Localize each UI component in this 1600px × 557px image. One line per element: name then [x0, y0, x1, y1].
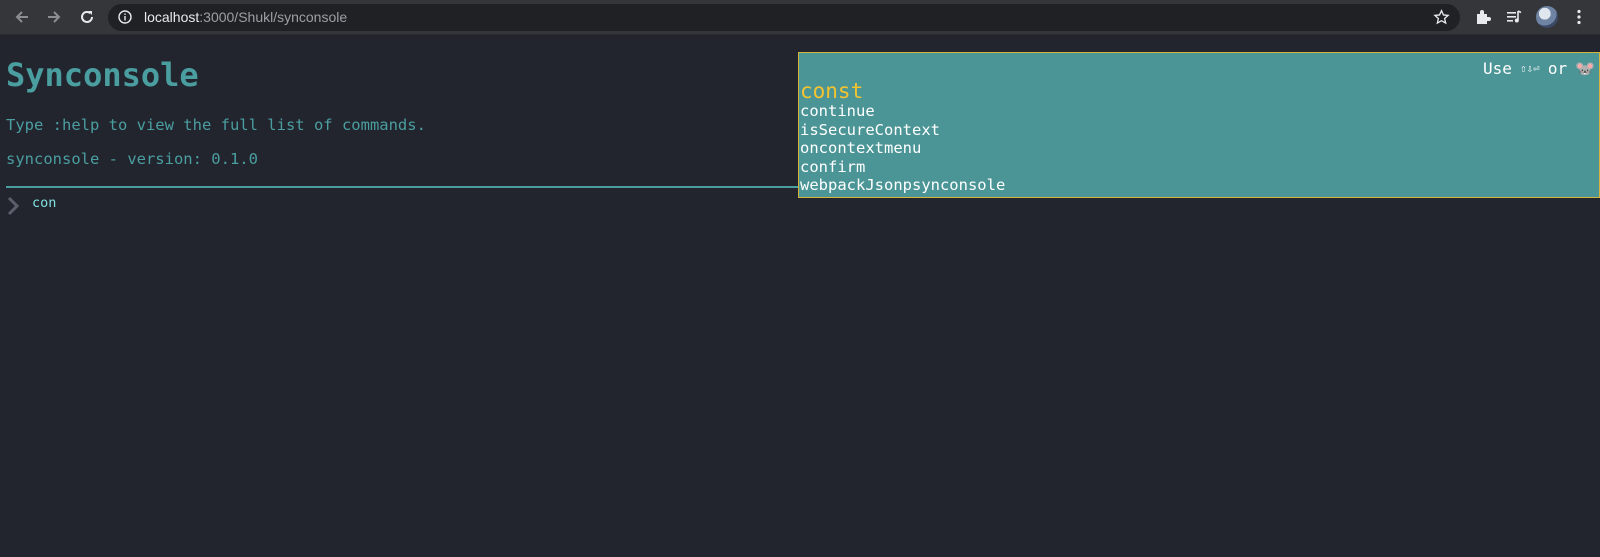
reload-icon [81, 10, 93, 23]
url-host: localhost [144, 9, 200, 25]
url-path: :3000/Shukl/synconsole [199, 9, 348, 25]
mouse-icon: 🐭 [1575, 59, 1595, 78]
hint-keys: ⇧⇩⏎ [1519, 62, 1540, 75]
autocomplete-item[interactable]: confirm [800, 158, 1005, 177]
autocomplete-item[interactable]: webpackJsonpsynconsole [800, 176, 1005, 195]
browser-menu-button[interactable] [1568, 6, 1590, 28]
help-text: Type :help to view the full list of comm… [6, 116, 426, 134]
autocomplete-item-selected[interactable]: const [800, 80, 1005, 102]
autocomplete-hint: Use ⇧⇩⏎ or 🐭 [1483, 59, 1595, 78]
hint-use: Use [1483, 59, 1512, 78]
version-text: synconsole - version: 0.1.0 [6, 150, 258, 168]
url-text: localhost:3000/Shukl/synconsole [144, 9, 347, 26]
profile-avatar[interactable] [1536, 6, 1558, 28]
prompt-chevron-icon [7, 196, 20, 216]
back-button[interactable] [10, 5, 34, 29]
autocomplete-item[interactable]: continue [800, 102, 1005, 121]
puzzle-icon [1477, 10, 1491, 24]
browser-toolbar: localhost:3000/Shukl/synconsole [0, 0, 1600, 35]
autocomplete-item[interactable]: isSecureContext [800, 121, 1005, 140]
hint-or: or [1547, 59, 1568, 78]
arrow-left-icon [15, 11, 28, 23]
arrow-right-icon [48, 11, 61, 23]
extensions-button[interactable] [1472, 6, 1494, 28]
autocomplete-item[interactable]: oncontextmenu [800, 139, 1005, 158]
media-control-button[interactable] [1503, 6, 1525, 28]
console-app: Synconsole Type :help to view the full l… [0, 36, 1600, 557]
info-icon[interactable] [118, 10, 132, 24]
forward-button[interactable] [42, 5, 66, 29]
playlist-icon [1507, 10, 1522, 23]
command-input[interactable]: con [32, 195, 56, 211]
bookmark-star-icon[interactable] [1433, 9, 1450, 26]
reload-button[interactable] [75, 5, 99, 29]
page-title: Synconsole [6, 56, 199, 94]
autocomplete-list: const continue isSecureContext oncontext… [800, 80, 1005, 195]
autocomplete-panel: Use ⇧⇩⏎ or 🐭 const continue isSecureCont… [798, 52, 1600, 198]
more-vertical-icon [1577, 9, 1581, 25]
divider [6, 186, 799, 188]
address-bar[interactable]: localhost:3000/Shukl/synconsole [108, 4, 1460, 31]
